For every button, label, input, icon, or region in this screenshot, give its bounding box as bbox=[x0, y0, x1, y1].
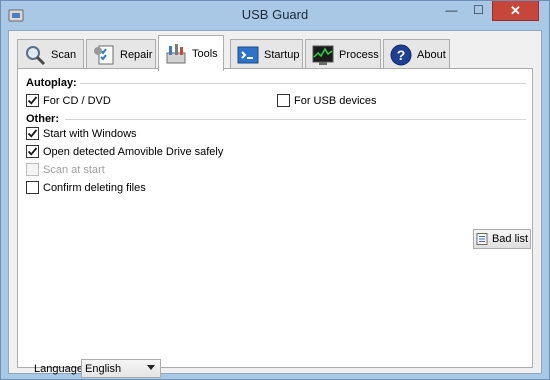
start-windows-checkbox[interactable]: Start with Windows bbox=[26, 127, 137, 140]
startup-icon bbox=[237, 46, 259, 63]
language-select[interactable]: English bbox=[81, 359, 161, 378]
scan-at-start-label: Scan at start bbox=[43, 163, 105, 176]
tab-label: Tools bbox=[192, 47, 218, 60]
usb-devices-checkbox[interactable]: For USB devices bbox=[277, 94, 377, 107]
cd-dvd-checkbox[interactable]: For CD / DVD bbox=[26, 94, 111, 107]
tab-process[interactable]: Process bbox=[305, 39, 381, 69]
confirm-delete-checkbox[interactable]: Confirm deleting files bbox=[26, 181, 146, 194]
tab-repair[interactable]: Repair bbox=[86, 39, 156, 69]
tab-label: Repair bbox=[120, 48, 153, 61]
repair-icon bbox=[94, 45, 114, 64]
close-icon: ✕ bbox=[510, 3, 521, 18]
tab-startup[interactable]: Startup bbox=[230, 39, 303, 69]
tab-label: About bbox=[417, 48, 446, 61]
client-area: Scan Repair Tools Startup Process ? Abou… bbox=[8, 30, 542, 378]
tab-tools[interactable]: Tools bbox=[158, 35, 224, 71]
bad-list-label: Bad list bbox=[491, 233, 529, 245]
check-icon bbox=[27, 147, 38, 156]
check-icon bbox=[27, 129, 38, 138]
tab-about[interactable]: ? About bbox=[383, 39, 450, 69]
process-icon bbox=[312, 45, 334, 65]
list-icon bbox=[476, 233, 488, 245]
tab-label: Process bbox=[339, 48, 379, 61]
autoplay-heading: Autoplay: bbox=[26, 77, 77, 89]
close-button[interactable]: ✕ bbox=[492, 1, 539, 21]
checkbox-box[interactable] bbox=[277, 94, 290, 107]
checkbox-box[interactable] bbox=[26, 94, 39, 107]
checkbox-box[interactable] bbox=[26, 127, 39, 140]
about-icon: ? bbox=[390, 44, 412, 65]
tab-scan[interactable]: Scan bbox=[17, 39, 84, 69]
open-amovible-checkbox[interactable]: Open detected Amovible Drive safely bbox=[26, 145, 223, 158]
language-label: Language: bbox=[34, 363, 86, 375]
open-amovible-label: Open detected Amovible Drive safely bbox=[43, 145, 224, 158]
maximize-button[interactable]: ☐ bbox=[465, 1, 492, 21]
confirm-delete-label: Confirm deleting files bbox=[43, 181, 146, 194]
autoplay-divider bbox=[80, 83, 526, 84]
check-icon bbox=[27, 96, 38, 105]
scan-icon bbox=[26, 45, 46, 65]
cd-dvd-label: For CD / DVD bbox=[43, 94, 111, 107]
tools-icon bbox=[166, 43, 186, 63]
tools-panel: Autoplay: For CD / DVD For USB devices O… bbox=[17, 68, 533, 378]
scan-at-start-checkbox: Scan at start bbox=[26, 163, 105, 176]
minimize-button[interactable]: — bbox=[438, 1, 465, 21]
other-heading: Other: bbox=[26, 113, 59, 125]
checkbox-box[interactable] bbox=[26, 181, 39, 194]
other-divider bbox=[65, 119, 526, 120]
start-windows-label: Start with Windows bbox=[43, 127, 137, 140]
chevron-down-icon bbox=[147, 365, 155, 370]
minimize-icon: — bbox=[445, 3, 458, 17]
app-window: USB Guard — ☐ ✕ Scan Repair Tools Startu… bbox=[0, 0, 550, 380]
title-bar[interactable]: USB Guard — ☐ ✕ bbox=[1, 1, 549, 29]
tab-label: Scan bbox=[51, 48, 77, 61]
checkbox-box[interactable] bbox=[26, 145, 39, 158]
usb-devices-label: For USB devices bbox=[294, 94, 377, 107]
tab-label: Startup bbox=[264, 48, 300, 61]
maximize-icon: ☐ bbox=[473, 3, 484, 17]
bad-list-button[interactable]: Bad list bbox=[473, 229, 531, 249]
svg-text:?: ? bbox=[397, 47, 406, 63]
checkbox-box bbox=[26, 163, 39, 176]
language-value: English bbox=[85, 362, 122, 375]
